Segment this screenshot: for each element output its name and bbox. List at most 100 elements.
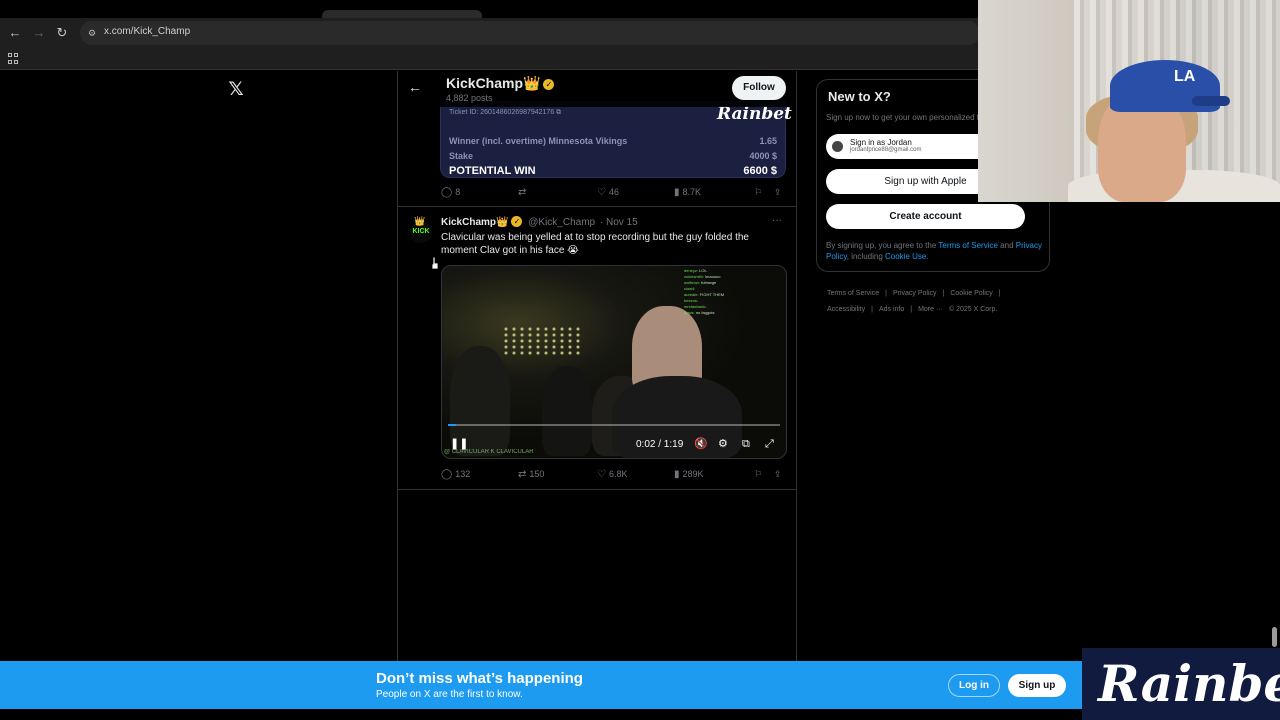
background-lights (502, 326, 582, 356)
cookie-link[interactable]: Cookie Use (885, 252, 926, 261)
views-button[interactable]: ▮ 8.7K (674, 185, 701, 199)
repost-icon: ⇄ (518, 187, 527, 198)
hand-cursor-icon (431, 257, 439, 270)
heart-icon: ♡ (597, 187, 606, 198)
profile-header: ← KickChamp👑 ✓ 4,882 posts Follow (398, 71, 796, 107)
divider (398, 206, 796, 207)
video-progress-bar[interactable] (448, 424, 780, 426)
reload-icon[interactable]: ↻ (53, 24, 71, 42)
login-button[interactable]: Log in (948, 674, 1000, 697)
address-url[interactable]: x.com/Kick_Champ (104, 26, 190, 37)
chat-line: jlwws: no faggots (684, 310, 715, 315)
fullscreen-icon[interactable]: ⤢ (765, 438, 774, 450)
forward-icon[interactable]: → (30, 24, 48, 42)
views-button[interactable]: ▮ 289K (674, 467, 704, 481)
heart-icon: ♡ (597, 469, 606, 480)
avatar-text: KICK (412, 228, 430, 235)
footer-privacy-link[interactable]: Privacy Policy (893, 290, 937, 297)
footer-copyright: © 2025 X Corp. (948, 306, 998, 313)
person-shape (542, 366, 592, 456)
settings-gear-icon[interactable]: ⚙ (718, 438, 728, 450)
crown-icon: 👑 (523, 75, 541, 91)
terms-link[interactable]: Terms of Service (938, 241, 998, 250)
mute-icon[interactable]: 🔇 (694, 438, 708, 450)
tweet-header: KickChamp👑 ✓ @Kick_Champ · Nov 15 (441, 216, 638, 228)
google-signin-name: Sign in as Jordan (850, 138, 912, 147)
post-count: 4,882 posts (446, 93, 493, 103)
copy-icon: ⧉ (556, 109, 562, 116)
follow-button[interactable]: Follow (732, 76, 786, 100)
footer-terms-link[interactable]: Terms of Service (827, 290, 879, 297)
crown-icon: 👑 (496, 217, 509, 228)
repost-icon: ⇄ (518, 469, 527, 480)
divider (398, 489, 796, 490)
footer-cookie-link[interactable]: Cookie Policy (950, 290, 992, 297)
profile-name-text: KickChamp (446, 75, 524, 91)
banner-title: Don’t miss what’s happening (376, 670, 583, 687)
share-icon[interactable]: ⇪ (774, 185, 782, 199)
address-bar[interactable]: ⚙ x.com/Kick_Champ (80, 21, 980, 45)
bet-stake-row: Stake 4000 $ (449, 151, 777, 161)
cap-brim (1192, 96, 1230, 106)
tweet-actions: ◯ 132 ⇄ 150 ♡ 6.8K ▮ 289K ⚐ ⇪ (441, 467, 787, 481)
google-signin-email: jordanfprice88@gmail.com (850, 147, 922, 153)
bet-potential-row: POTENTIAL WIN 6600 $ (449, 165, 777, 177)
rainbet-logo-text: Rainbet (1098, 654, 1280, 713)
tweet-actions: ◯ 8 ⇄ ♡ 46 ▮ 8.7K ⚐ ⇪ (441, 185, 787, 199)
pip-icon[interactable]: ⧉ (742, 438, 750, 450)
more-options-icon[interactable]: ··· (772, 215, 782, 226)
like-button[interactable]: ♡ 46 (597, 185, 619, 199)
profile-name: KickChamp👑 ✓ (446, 75, 555, 92)
bet-card-brand: Rainbet (717, 104, 792, 124)
site-info-icon[interactable]: ⚙ (88, 27, 100, 39)
verified-badge-icon: ✓ (511, 216, 523, 227)
rainbet-logo-overlay: Rainbet (1082, 648, 1280, 720)
verified-badge-icon: ✓ (543, 79, 555, 90)
views-icon: ▮ (674, 187, 680, 198)
tweet-handle[interactable]: @Kick_Champ (528, 217, 595, 228)
create-account-button[interactable]: Create account (826, 204, 1025, 229)
repost-button[interactable]: ⇄ (518, 185, 529, 199)
video-watermark: @ CLAVICULAR K CLAVICULAR (444, 449, 534, 455)
cap-logo-icon: LA (1174, 68, 1196, 85)
footer-more-link[interactable]: More ··· (918, 306, 943, 313)
browser-tab[interactable] (322, 10, 482, 18)
back-arrow-icon[interactable]: ← (408, 79, 422, 95)
avatar[interactable]: 👑 KICK (410, 216, 432, 243)
repost-button[interactable]: ⇄ 150 (518, 467, 544, 481)
footer-ads-link[interactable]: Ads info (879, 306, 904, 313)
video-player[interactable]: deneyz: LOL zukiesmith: lmaoooo wolfman: f… (441, 265, 787, 459)
reply-button[interactable]: ◯ 132 (441, 467, 470, 481)
scrollbar-thumb[interactable] (1272, 627, 1277, 647)
like-button[interactable]: ♡ 6.8K (597, 467, 627, 481)
google-avatar-icon (832, 141, 843, 152)
x-logo-icon[interactable]: 𝕏 (226, 80, 246, 100)
stream-chat-overlay: deneyz: LOL zukiesmith: lmaoooo wolfman: f… (684, 268, 784, 316)
webcam-overlay: LA (978, 0, 1280, 202)
crown-icon: 👑 (414, 216, 426, 226)
bookmark-icon[interactable]: ⚐ (754, 467, 762, 481)
apps-grid-icon[interactable] (8, 53, 19, 64)
profile-timeline: ← KickChamp👑 ✓ 4,882 posts Follow Ticket … (397, 71, 797, 661)
share-icon[interactable]: ⇪ (774, 467, 782, 481)
video-progress-fill (448, 424, 457, 426)
tweet-text: Clavicular was being yelled at to stop r… (441, 232, 749, 256)
panel-title: New to X? (828, 89, 891, 104)
reply-icon: ◯ (441, 187, 453, 198)
reply-button[interactable]: ◯ 8 (441, 185, 460, 199)
footer-links: Terms of Service | Privacy Policy | Cookie P… (827, 290, 1001, 313)
legal-text: By signing up, you agree to the Terms of… (826, 241, 1042, 261)
video-time: 0:02 / 1:19 (636, 439, 684, 450)
banner-subtitle: People on X are the first to know. (376, 689, 523, 700)
bet-selection-row: Winner (incl. overtime) Minnesota Viking… (449, 136, 777, 146)
bookmark-icon[interactable]: ⚐ (754, 185, 762, 199)
tweet-author-name[interactable]: KickChamp (441, 217, 496, 228)
tweet-date[interactable]: · Nov 15 (600, 217, 638, 228)
reply-icon: ◯ (441, 469, 453, 480)
back-icon[interactable]: ← (6, 24, 24, 42)
views-icon: ▮ (674, 469, 680, 480)
signup-button[interactable]: Sign up (1008, 674, 1066, 697)
ticket-id: Ticket ID: 2601486026987942176 ⧉ (449, 109, 562, 116)
footer-accessibility-link[interactable]: Accessibility (827, 306, 865, 313)
bet-slip-image[interactable]: Ticket ID: 2601486026987942176 ⧉ Rainbet… (440, 101, 792, 178)
